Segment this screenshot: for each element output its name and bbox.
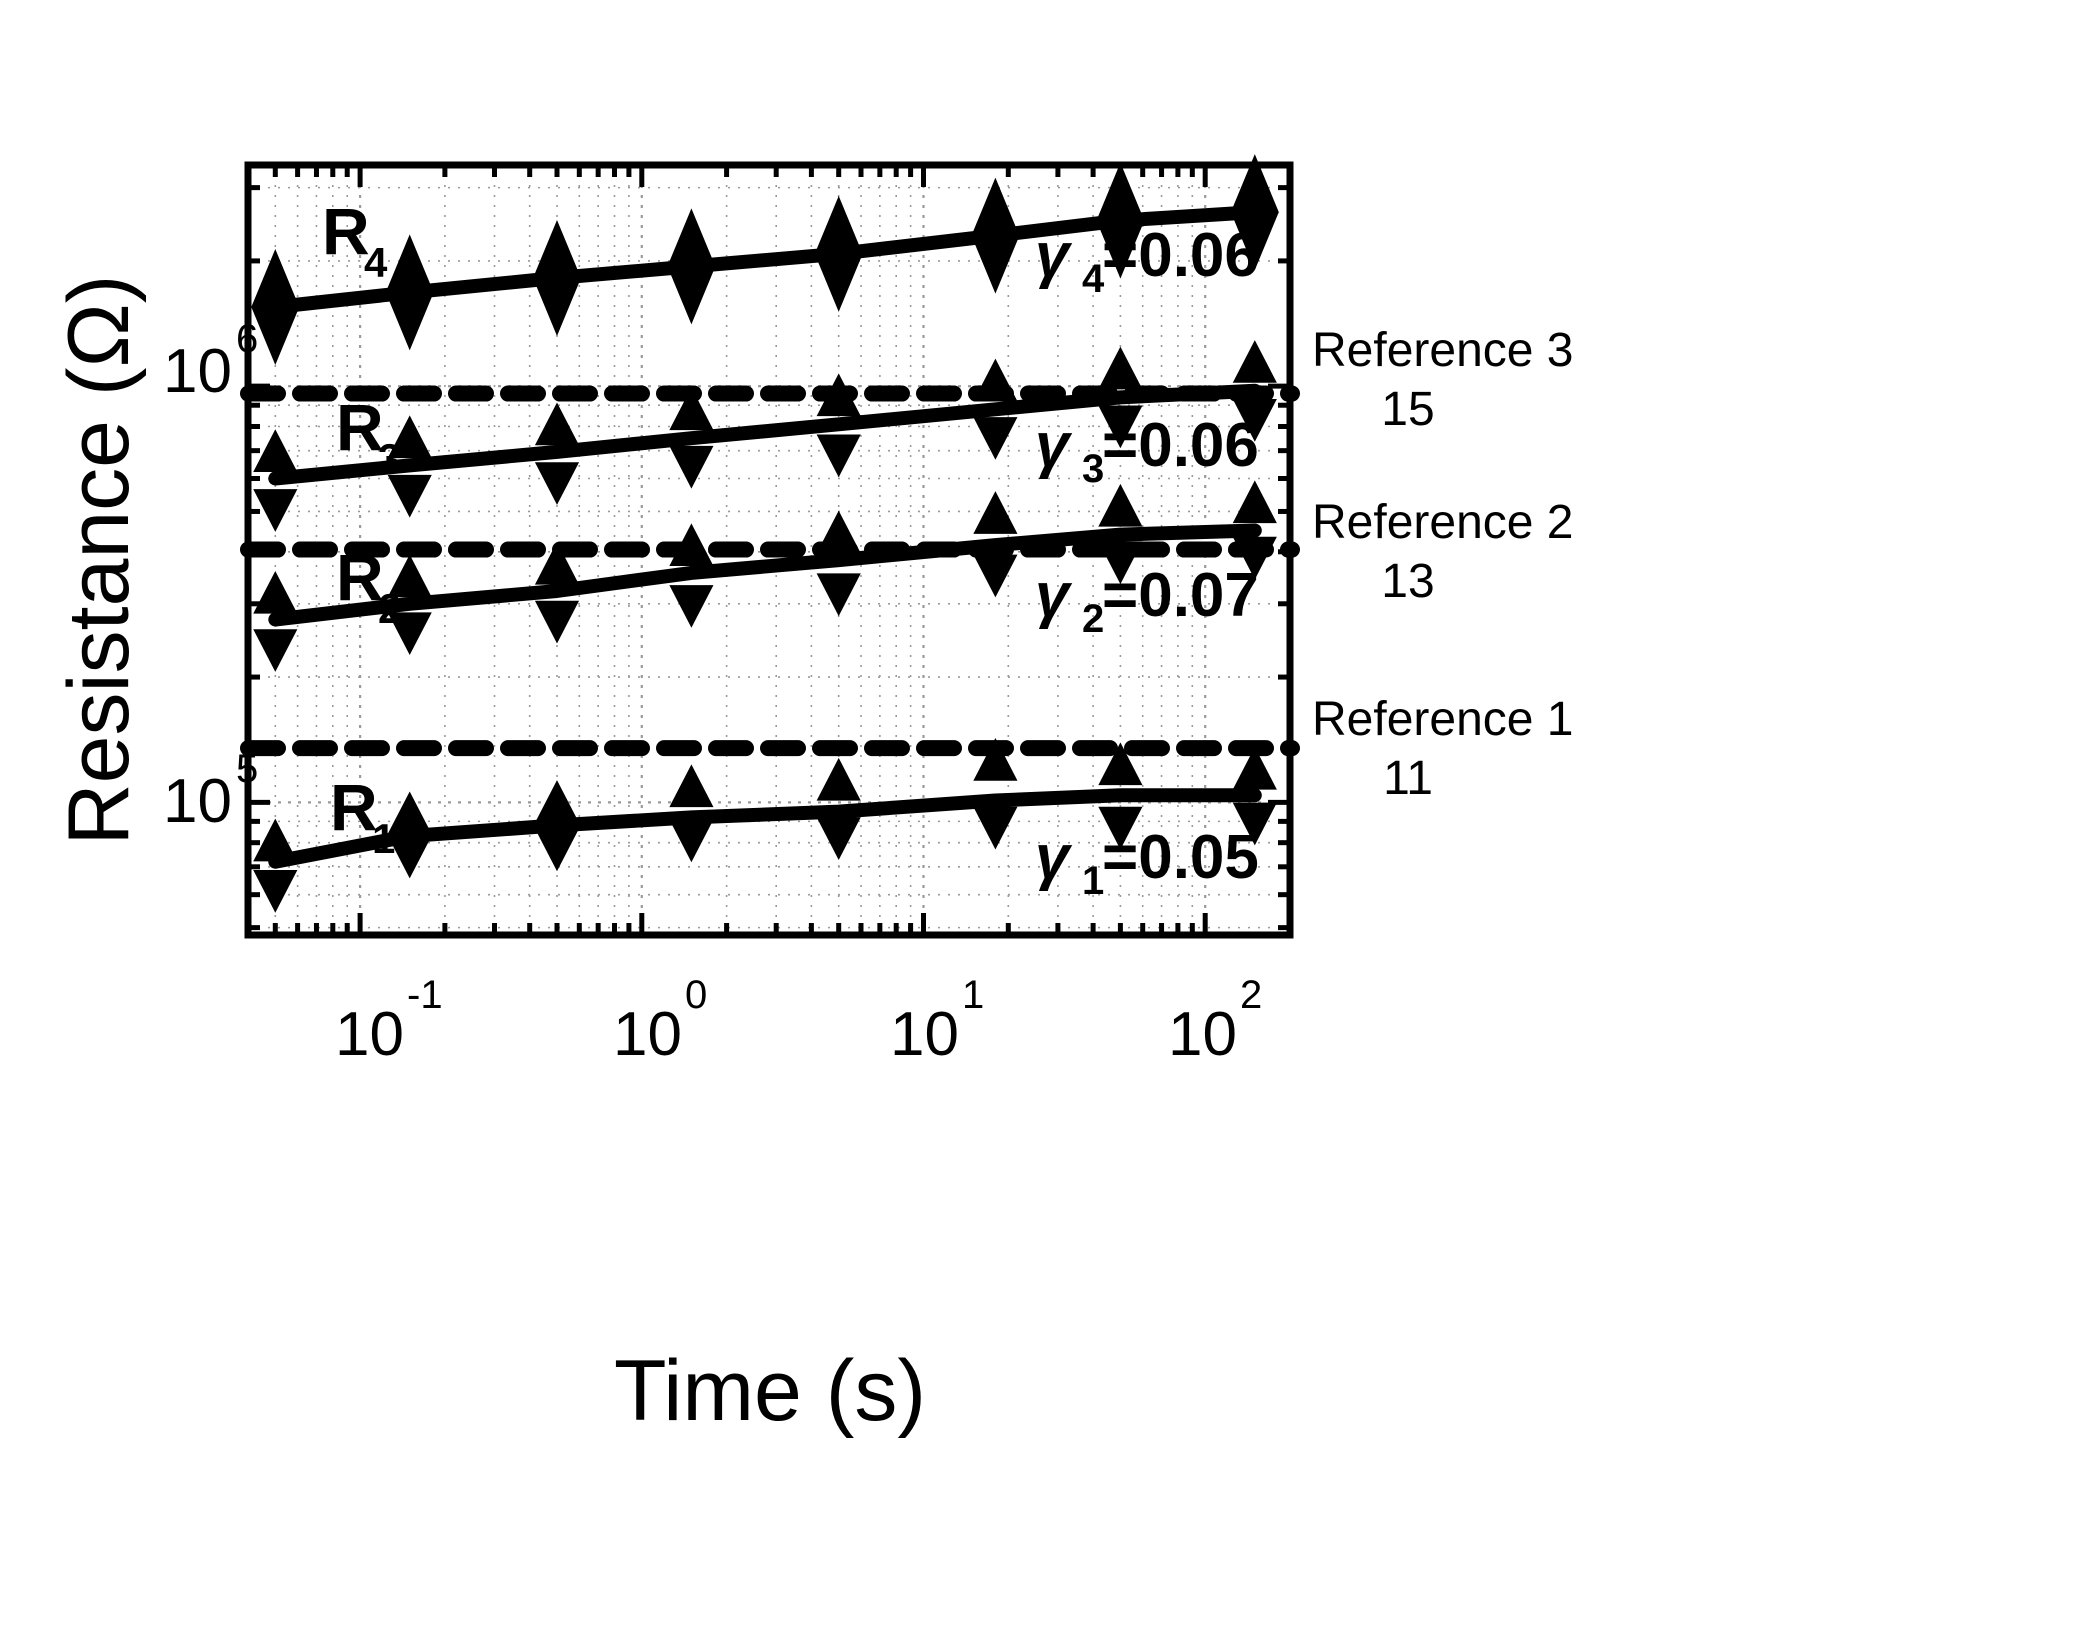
- reference-2-sublabel: 13: [1381, 555, 1434, 608]
- x-tick-label-1e0-exponent: 0: [685, 973, 707, 1017]
- x-axis-title: Time (s): [614, 1343, 926, 1439]
- gamma-1-value: =0.05: [1102, 823, 1259, 892]
- reference-1-sublabel: 11: [1383, 752, 1433, 805]
- series-label-r1: R: [330, 770, 378, 844]
- reference-1-label: Reference 1: [1312, 693, 1574, 746]
- series-label-r3: R: [336, 390, 384, 464]
- series-label-r1-sub: 1: [372, 815, 395, 862]
- gamma-3-value: =0.06: [1102, 411, 1259, 480]
- x-tick-label-1e2-mantissa: 10: [1168, 1000, 1237, 1069]
- reference-3-sublabel: 15: [1381, 383, 1434, 436]
- y-tick-label-1e5-mantissa: 10: [163, 767, 232, 836]
- x-tick-label-1e-1-mantissa: 10: [335, 1000, 404, 1069]
- y-tick-label-1e6-mantissa: 10: [163, 337, 232, 406]
- gamma-4-symbol: γ: [1035, 221, 1073, 290]
- x-tick-label-1e1-exponent: 1: [962, 973, 984, 1017]
- reference-2-label: Reference 2: [1312, 496, 1574, 549]
- gamma-1-symbol: γ: [1035, 823, 1073, 892]
- series-label-r4-sub: 4: [364, 239, 388, 286]
- x-tick-label-1e-1-exponent: -1: [407, 973, 443, 1017]
- y-axis-title: Resistance (Ω): [51, 275, 147, 846]
- series-label-r2: R: [336, 540, 384, 614]
- y-tick-label-1e6-exponent: 6: [236, 317, 258, 361]
- x-tick-label-1e1-mantissa: 10: [890, 1000, 959, 1069]
- resistance-vs-time-chart: 10 6 10 5 10 -1 10 0 10 1 10 2 Time (s) …: [0, 0, 2080, 1640]
- figure-container: 10 6 10 5 10 -1 10 0 10 1 10 2 Time (s) …: [0, 0, 2080, 1640]
- x-tick-label-1e0-mantissa: 10: [613, 1000, 682, 1069]
- gamma-2-value: =0.07: [1102, 561, 1259, 630]
- gamma-2-subscript: 2: [1082, 597, 1104, 641]
- series-label-r3-sub: 3: [378, 435, 401, 482]
- gamma-1-subscript: 1: [1082, 859, 1104, 903]
- reference-3-label: Reference 3: [1312, 324, 1574, 377]
- gamma-2-symbol: γ: [1035, 561, 1073, 630]
- gamma-3-subscript: 3: [1082, 447, 1104, 491]
- series-label-r4: R: [322, 194, 370, 268]
- y-tick-label-1e5-exponent: 5: [236, 747, 258, 791]
- gamma-4-value: =0.06: [1102, 221, 1259, 290]
- gamma-3-symbol: γ: [1035, 411, 1073, 480]
- series-label-r2-sub: 2: [378, 585, 401, 632]
- x-tick-label-1e2-exponent: 2: [1240, 973, 1262, 1017]
